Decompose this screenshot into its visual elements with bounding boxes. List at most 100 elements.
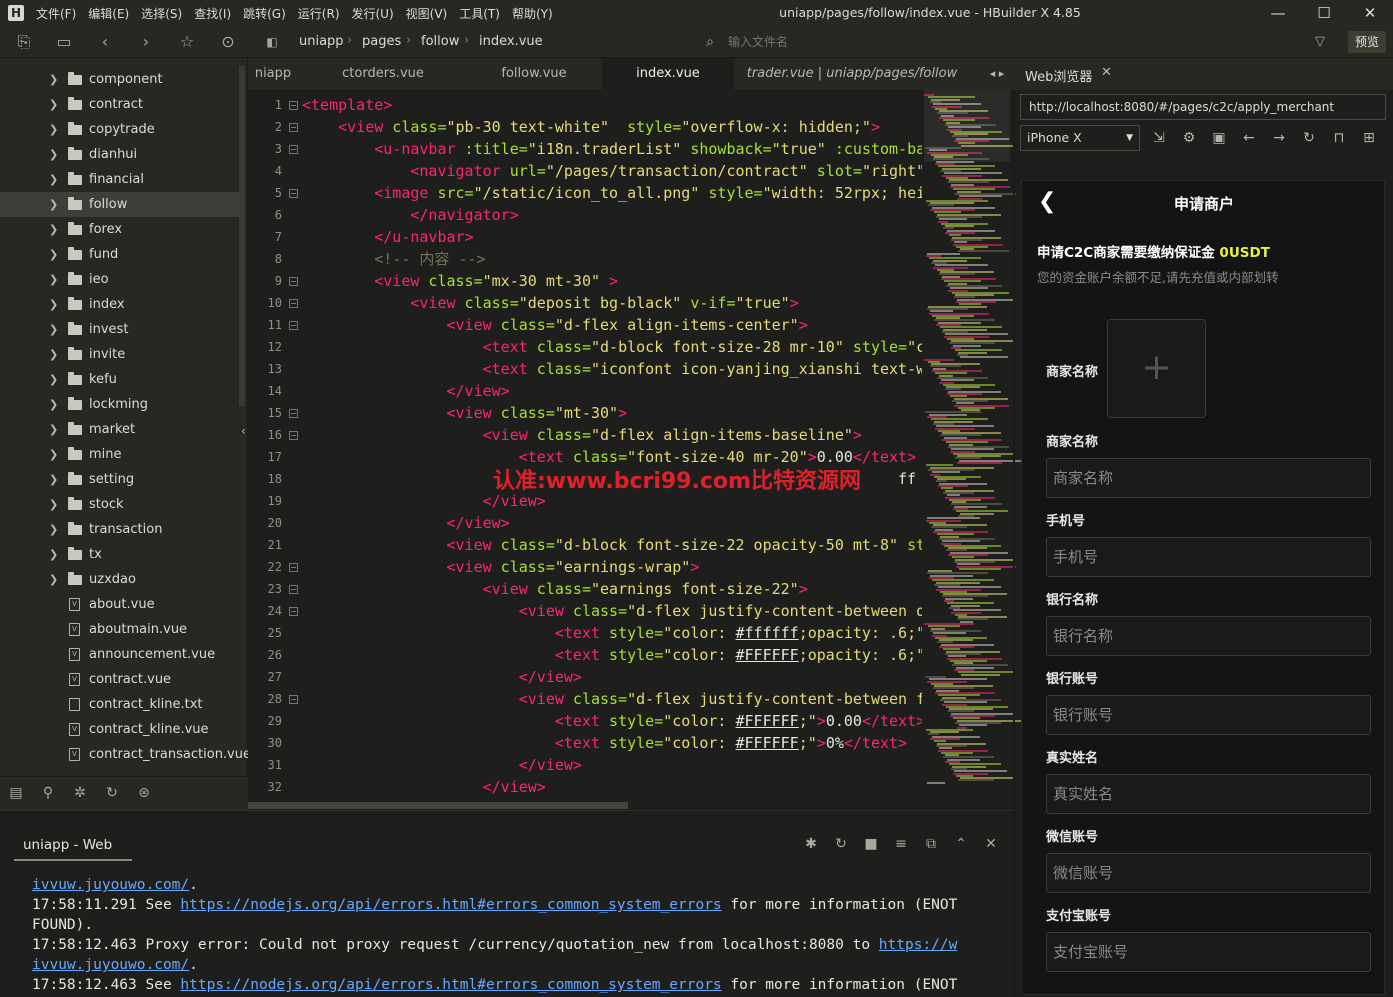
tree-file[interactable]: Vannouncement.vue [0,642,239,667]
fold-toggle-icon[interactable]: − [289,299,298,308]
fold-toggle-icon[interactable]: − [289,695,298,704]
field-input[interactable] [1046,774,1371,814]
console-tab[interactable]: uniapp - Web [14,835,132,861]
tab-scroll-arrows-icon[interactable]: ◂ ▸ [982,58,1012,90]
tree-folder[interactable]: ❯ forex [0,217,239,242]
fold-toggle-icon[interactable]: − [289,607,298,616]
tree-folder[interactable]: ❯ ieo [0,267,239,292]
collapse-sidebar-icon[interactable]: ‹ [241,424,246,438]
sidebar-scrollbar[interactable] [239,66,245,406]
fold-toggle-icon[interactable]: − [289,585,298,594]
tab-trader[interactable]: trader.vue | uniapp/pages/follow [736,58,968,90]
pane-divider[interactable] [1013,58,1015,997]
filter-log-icon[interactable]: ≡ [892,836,910,854]
tab-niapp[interactable]: niapp [248,58,298,90]
source-control-icon[interactable]: ↻ [103,785,121,803]
chevron-up-icon[interactable]: ⌃ [952,836,970,854]
grid-icon[interactable]: ⊞ [1360,130,1378,148]
tree-folder[interactable]: ❯ mine [0,442,239,467]
url-bar[interactable]: http://localhost:8080/#/pages/c2c/apply_… [1020,94,1386,120]
new-file-icon[interactable]: ⎘ [14,32,34,52]
menu-find[interactable]: 查找(I) [194,5,231,22]
log-link[interactable]: https://nodejs.org/api/errors.html#error… [180,897,721,913]
tree-folder[interactable]: ❯ invite [0,342,239,367]
log-link[interactable]: ivvuw.juyouwo.com/ [32,957,189,973]
menu-edit[interactable]: 编辑(E) [88,5,129,22]
run-icon[interactable]: ⊙ [218,32,238,52]
restart-icon[interactable]: ↻ [832,836,850,854]
tree-file[interactable]: Vcontract.vue [0,667,239,692]
tree-folder[interactable]: ❯ setting [0,467,239,492]
search-icon[interactable]: ⚲ [39,785,57,803]
field-input[interactable] [1046,616,1371,656]
field-input[interactable] [1046,853,1371,893]
save-icon[interactable]: ▭ [54,32,74,52]
menu-goto[interactable]: 跳转(G) [243,5,286,22]
open-external-icon[interactable]: ⧉ [922,836,940,854]
tree-file[interactable]: Vcontract_kline.vue [0,717,239,742]
log-link[interactable]: https://w [879,937,958,953]
tree-folder[interactable]: ❯ index [0,292,239,317]
tree-folder[interactable]: ❯ market [0,417,239,442]
tree-folder[interactable]: ❯ kefu [0,367,239,392]
log-link[interactable]: ivvuw.juyouwo.com/ [32,877,189,893]
tree-folder[interactable]: ❯ uzxdao [0,567,239,592]
menu-select[interactable]: 选择(S) [141,5,182,22]
tree-folder[interactable]: ❯ follow [0,192,239,217]
field-input[interactable] [1046,695,1371,735]
menu-publish[interactable]: 发行(U) [352,5,394,22]
tree-file[interactable]: Vabout.vue [0,592,239,617]
fold-toggle-icon[interactable]: − [289,321,298,330]
bug-icon[interactable]: ✱ [802,836,820,854]
tree-folder[interactable]: ❯ copytrade [0,117,239,142]
log-link[interactable]: https://nodejs.org/api/errors.html#error… [180,977,721,993]
tree-folder[interactable]: ❯ fund [0,242,239,267]
file-search-input[interactable] [728,30,1288,54]
back-arrow-icon[interactable]: ‹ [95,32,115,52]
explorer-icon[interactable]: ▤ [7,785,25,803]
minimap[interactable] [924,90,1022,810]
horizontal-scrollbar[interactable] [248,802,628,809]
preview-button[interactable]: 预览 [1348,31,1386,53]
fold-toggle-icon[interactable]: − [289,145,298,154]
field-input[interactable] [1046,537,1371,577]
fold-toggle-icon[interactable]: − [289,563,298,572]
tree-folder[interactable]: ❯ tx [0,542,239,567]
tree-file[interactable]: Vaboutmain.vue [0,617,239,642]
tree-folder[interactable]: ❯ transaction [0,517,239,542]
debug-icon[interactable]: ✲ [71,785,89,803]
breadcrumb-project[interactable]: uniapp [299,34,344,49]
minimap-viewport[interactable] [924,90,1010,162]
tree-folder[interactable]: ❯ dianhui [0,142,239,167]
fold-toggle-icon[interactable]: − [289,101,298,110]
close-tab-icon[interactable]: ✕ [1101,65,1112,80]
tree-folder[interactable]: ❯ financial [0,167,239,192]
filter-icon[interactable]: ▽ [1310,32,1330,52]
tab-follow[interactable]: follow.vue [468,58,600,90]
fold-toggle-icon[interactable]: − [289,189,298,198]
extensions-icon[interactable]: ⊛ [135,785,153,803]
lock-icon[interactable]: ⊓ [1330,130,1348,148]
tree-folder[interactable]: ❯ contract [0,92,239,117]
fold-toggle-icon[interactable]: − [289,277,298,286]
forward-arrow-icon[interactable]: › [136,32,156,52]
field-input[interactable] [1046,458,1371,498]
breadcrumb-follow[interactable]: follow [421,34,459,49]
fold-toggle-icon[interactable]: − [289,123,298,132]
browser-back-icon[interactable]: ← [1240,130,1258,148]
code-editor[interactable]: 1−2−3−4 5−6 7 8 9−10−11−12 13 14 15−16−17 18 19 20… [248,90,1013,810]
star-icon[interactable]: ☆ [177,32,197,52]
menu-view[interactable]: 视图(V) [406,5,448,22]
upload-image-button[interactable]: + [1107,319,1206,418]
menu-help[interactable]: 帮助(Y) [512,5,553,22]
fold-toggle-icon[interactable]: − [289,431,298,440]
breadcrumb-file[interactable]: index.vue [479,34,543,49]
devtools-icon[interactable]: ▣ [1210,130,1228,148]
device-select[interactable]: iPhone X ▼ [1020,125,1140,151]
fold-toggle-icon[interactable]: − [289,409,298,418]
tree-folder[interactable]: ❯ invest [0,317,239,342]
maximize-icon[interactable]: ☐ [1301,0,1347,26]
browser-forward-icon[interactable]: → [1270,130,1288,148]
stop-icon[interactable]: ■ [862,836,880,854]
tree-folder[interactable]: ❯ component [0,67,239,92]
